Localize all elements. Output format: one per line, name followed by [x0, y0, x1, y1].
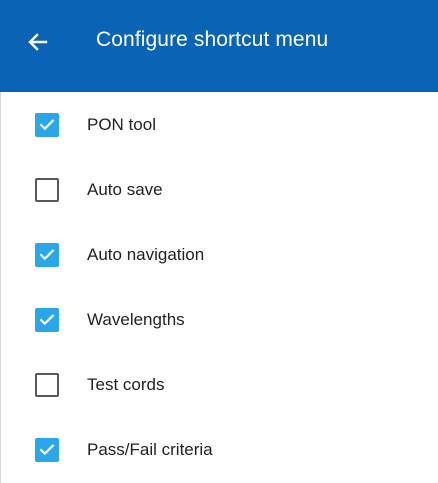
shortcut-item-auto-save[interactable]: Auto save	[0, 157, 438, 222]
back-button[interactable]	[24, 30, 52, 58]
shortcut-item-wavelengths[interactable]: Wavelengths	[0, 287, 438, 352]
shortcut-options-list: PON tool Auto save Auto navigation Wavel…	[0, 92, 438, 482]
checkbox[interactable]	[35, 177, 59, 202]
checkbox[interactable]	[35, 372, 59, 397]
checkmark-icon	[38, 441, 56, 459]
page-title: Configure shortcut menu	[96, 28, 329, 51]
checkbox[interactable]	[35, 112, 59, 137]
checkbox[interactable]	[35, 242, 59, 267]
app-bar: Configure shortcut menu	[0, 0, 438, 92]
checkmark-icon	[38, 246, 56, 264]
checkmark-icon	[38, 311, 56, 329]
shortcut-item-pass-fail-criteria[interactable]: Pass/Fail criteria	[0, 417, 438, 482]
shortcut-label: Pass/Fail criteria	[87, 439, 213, 459]
shortcut-label: Wavelengths	[87, 309, 185, 329]
shortcut-label: PON tool	[87, 114, 156, 134]
checkbox[interactable]	[35, 307, 59, 332]
checkbox[interactable]	[35, 437, 59, 462]
shortcut-item-auto-navigation[interactable]: Auto navigation	[0, 222, 438, 287]
shortcut-label: Auto save	[87, 179, 163, 199]
shortcut-item-test-cords[interactable]: Test cords	[0, 352, 438, 417]
shortcut-label: Auto navigation	[87, 244, 205, 264]
back-arrow-icon	[26, 30, 50, 59]
shortcut-label: Test cords	[87, 374, 165, 394]
checkmark-icon	[38, 116, 56, 134]
shortcut-item-pon-tool[interactable]: PON tool	[0, 92, 438, 157]
